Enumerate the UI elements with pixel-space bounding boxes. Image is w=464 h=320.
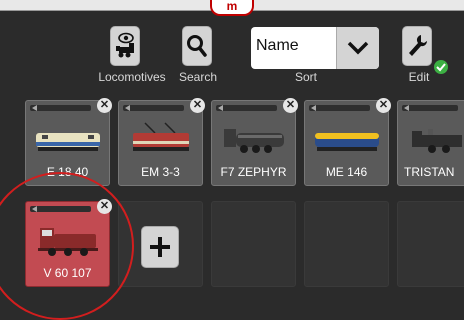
locomotive-image xyxy=(38,228,98,256)
locomotive-image xyxy=(133,122,189,151)
loco-tile-e-18-40[interactable]: ✕ E 18 40 xyxy=(25,98,112,186)
close-icon[interactable]: ✕ xyxy=(97,98,112,113)
empty-slot xyxy=(211,201,296,287)
locomotive-icon xyxy=(116,32,134,58)
mode-tab[interactable]: m xyxy=(210,0,254,16)
close-icon[interactable]: ✕ xyxy=(190,98,205,113)
loco-tile-f7-zephyr[interactable]: ✕ F7 ZEPHYR xyxy=(211,98,298,186)
locomotive-image xyxy=(315,133,379,151)
sort-select[interactable]: Name xyxy=(251,27,379,69)
tile-speed-bar xyxy=(309,105,370,111)
wrench-icon xyxy=(409,35,428,56)
empty-slot xyxy=(397,201,464,287)
search-button[interactable] xyxy=(182,26,212,66)
tile-speed-bar xyxy=(216,105,277,111)
edit-label: Edit xyxy=(408,70,430,84)
loco-name: V 60 107 xyxy=(43,266,92,280)
loco-tile-v-60-107[interactable]: ✕ V 60 107 xyxy=(25,199,112,287)
edit-button[interactable] xyxy=(402,26,432,66)
sort-label: Sort xyxy=(294,70,317,84)
locomotive-image xyxy=(36,133,100,151)
loco-tile-em-3-3[interactable]: ✕ EM 3-3 xyxy=(118,98,205,186)
close-icon[interactable]: ✕ xyxy=(97,199,112,214)
plus-icon xyxy=(150,237,170,257)
loco-name: ME 146 xyxy=(325,165,368,179)
tile-speed-bar xyxy=(123,105,184,111)
loco-name: EM 3-3 xyxy=(141,165,180,179)
search-label: Search xyxy=(178,70,218,84)
loco-tile-me-146[interactable]: ✕ ME 146 xyxy=(304,98,391,186)
add-locomotive-button[interactable] xyxy=(141,226,179,268)
loco-name: E 18 40 xyxy=(46,165,89,179)
sort-dropdown-button[interactable] xyxy=(336,27,379,69)
loco-name: F7 ZEPHYR xyxy=(220,165,287,179)
check-badge-icon xyxy=(434,60,448,74)
locomotives-button[interactable] xyxy=(110,26,140,66)
locomotives-label: Locomotives xyxy=(98,70,166,84)
close-icon[interactable]: ✕ xyxy=(283,98,298,113)
search-icon xyxy=(187,35,207,57)
chevron-down-icon xyxy=(347,41,369,55)
tile-speed-bar xyxy=(402,105,458,111)
close-icon[interactable]: ✕ xyxy=(376,98,391,113)
empty-slot xyxy=(304,201,389,287)
loco-name: TRISTAN xyxy=(404,165,455,179)
locomotive-image xyxy=(412,129,462,153)
sort-value: Name xyxy=(256,37,299,54)
tile-speed-bar xyxy=(30,105,91,111)
loco-tile-tristan[interactable]: TRISTAN xyxy=(397,100,464,186)
locomotive-image xyxy=(224,129,284,153)
tile-speed-bar xyxy=(30,206,91,212)
